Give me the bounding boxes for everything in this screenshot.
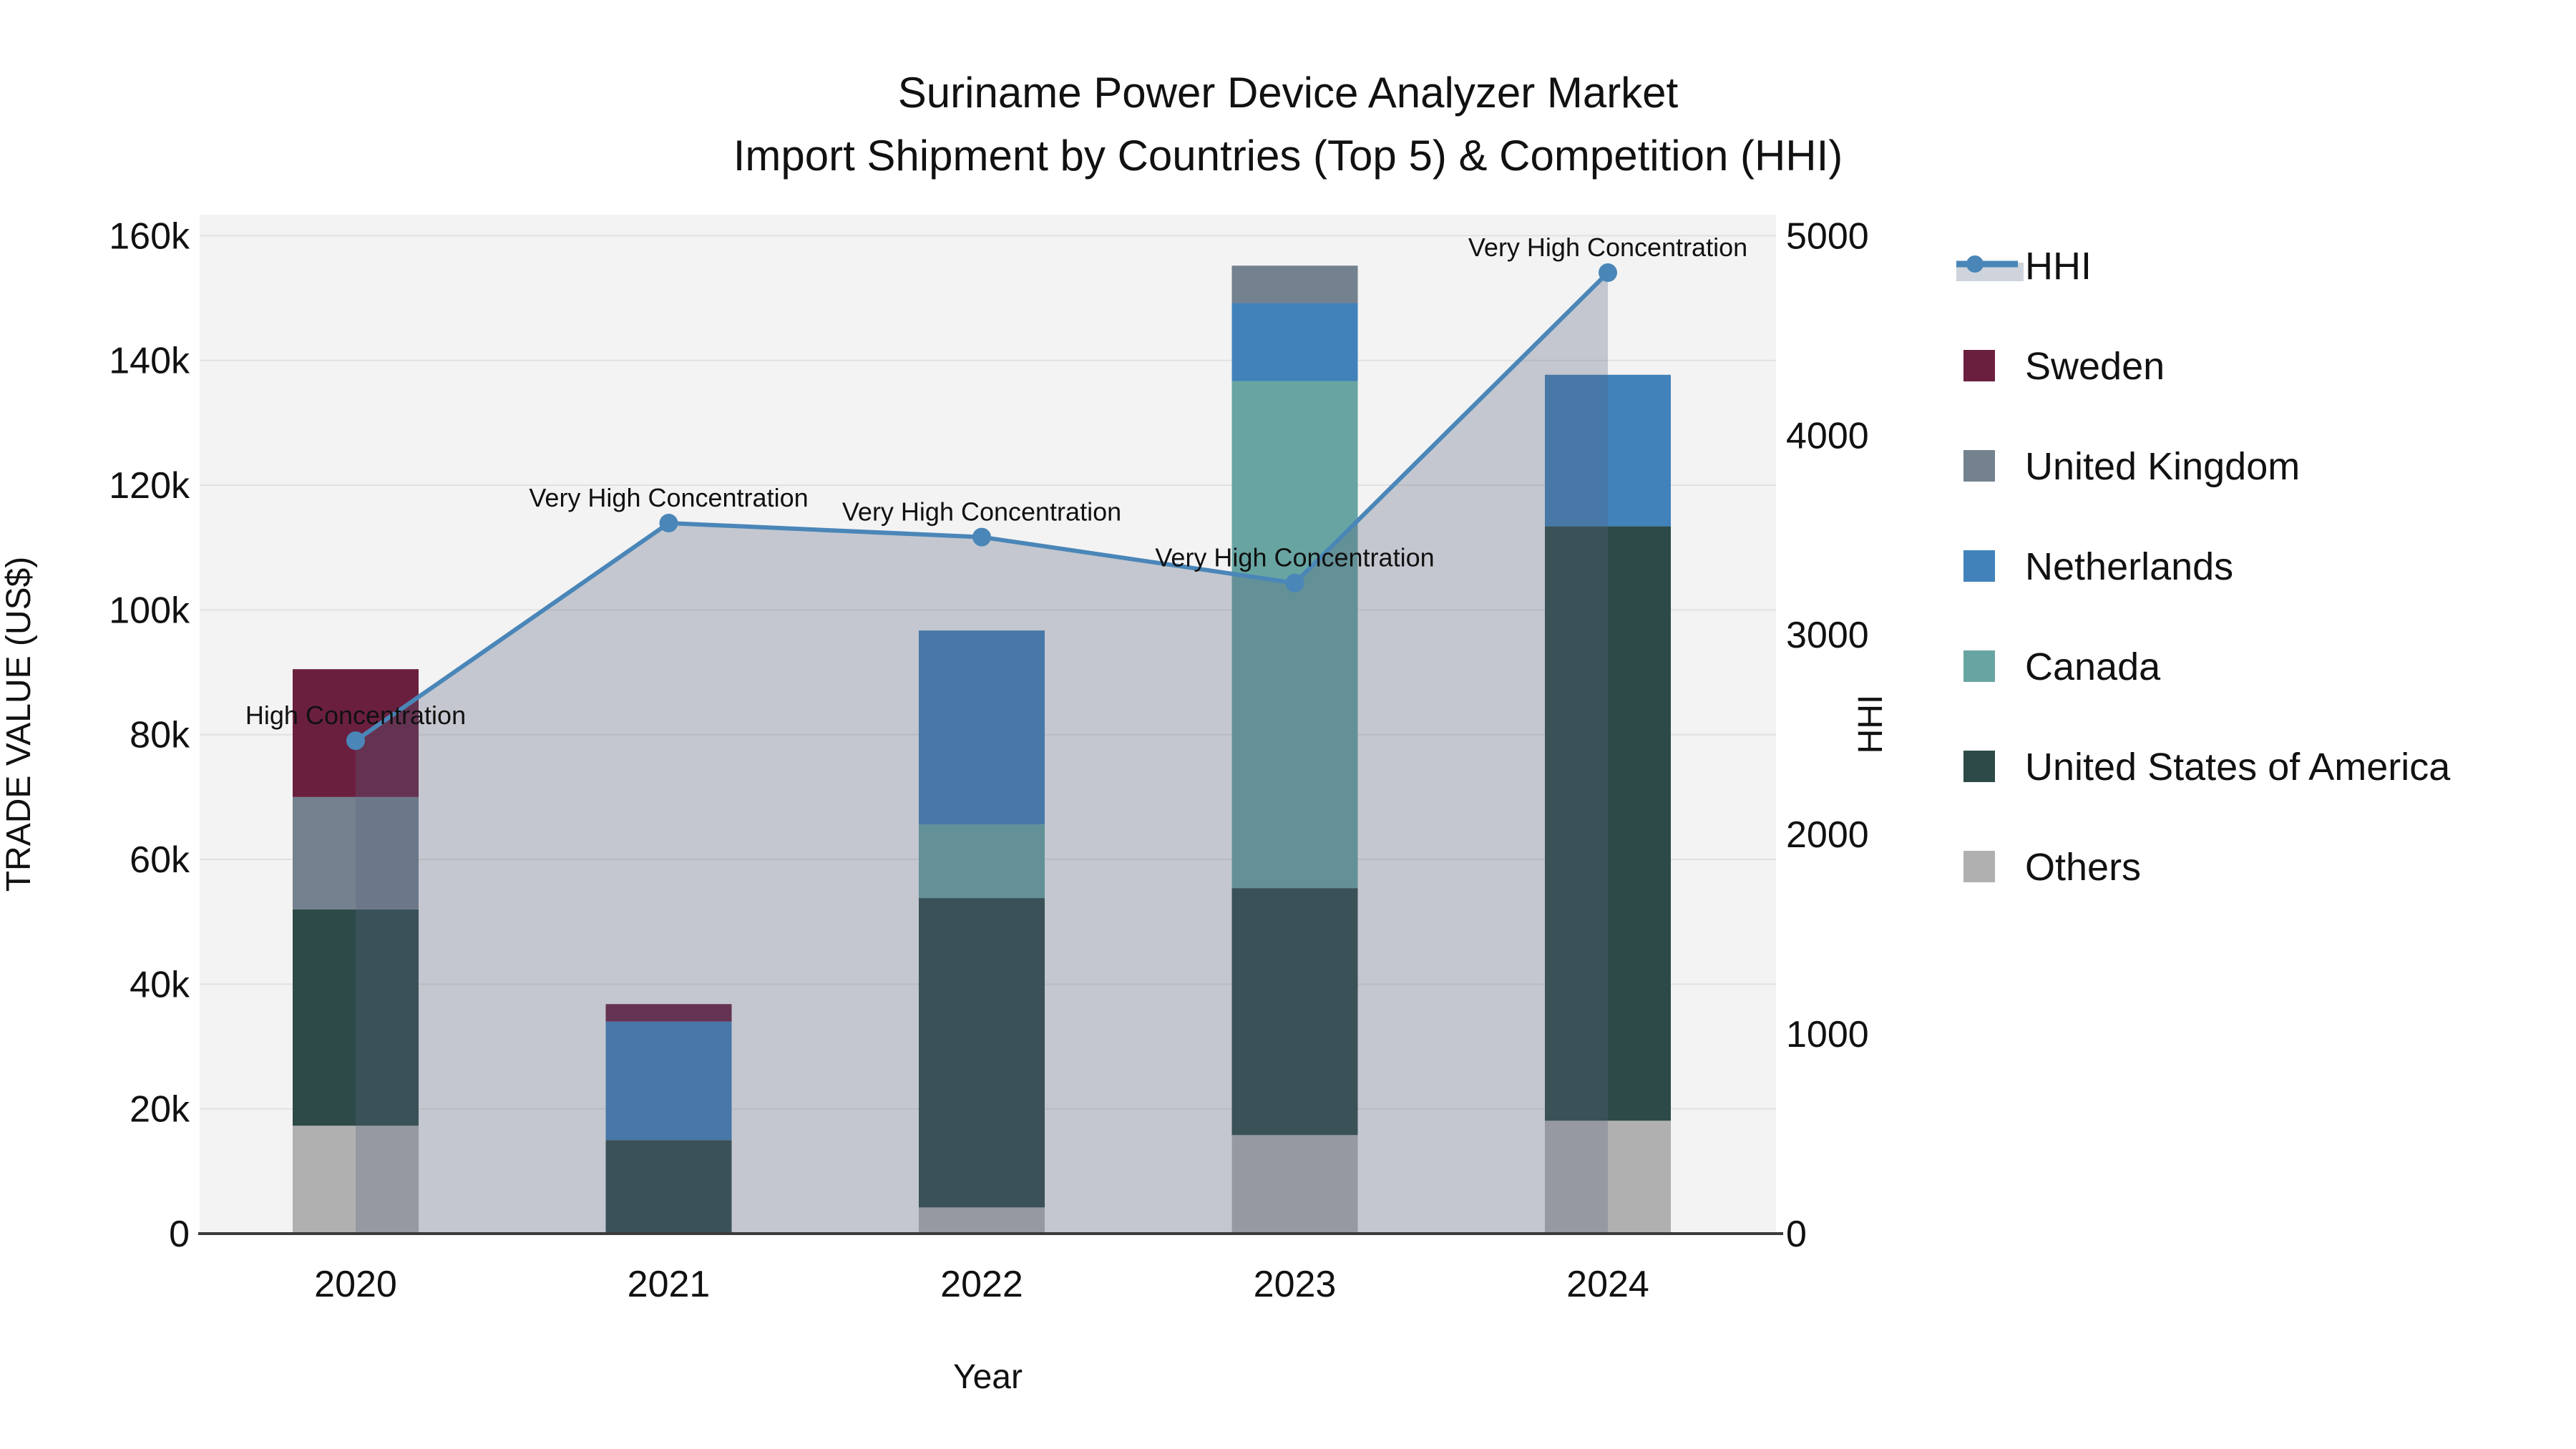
legend-swatch-united-kingdom [1963, 450, 1995, 482]
legend-label-united-kingdom: United Kingdom [2025, 445, 2300, 488]
y-right-tick-0: 0 [1786, 1214, 1807, 1255]
y-left-tick-80k: 80k [130, 715, 190, 756]
legend-swatch-united-states [1963, 751, 1995, 782]
legend-swatch-others [1963, 851, 1995, 882]
y-right-axis-label: HHI [1852, 695, 1890, 754]
y-left-axis-label: TRADE VALUE (US$) [0, 557, 38, 892]
legend-label-others: Others [2025, 846, 2141, 889]
y-left-tick-160k: 160k [109, 215, 190, 257]
annotation-2024: Very High Concentration [1468, 233, 1747, 262]
legend-item-united-states: United States of America [1963, 746, 2451, 789]
legend-swatch-canada [1963, 650, 1995, 682]
hhi-marker-2024 [1599, 263, 1617, 283]
x-axis-label: Year [953, 1358, 1023, 1396]
legend-label-sweden: Sweden [2025, 345, 2165, 388]
y-right-tick-2000: 2000 [1786, 814, 1869, 856]
legend-hhi-marker-swatch [1966, 255, 1984, 273]
annotation-2020: High Concentration [245, 701, 466, 730]
bar-segment-united-kingdom-2023 [1231, 265, 1358, 303]
legend-label-hhi: HHI [2025, 245, 2092, 288]
annotation-2023: Very High Concentration [1155, 543, 1434, 572]
legend-item-hhi: HHI [1956, 245, 2092, 288]
x-tick-2024: 2024 [1566, 1264, 1649, 1305]
hhi-marker-2020 [346, 731, 365, 751]
hhi-marker-2021 [659, 514, 678, 533]
legend-label-united-states: United States of America [2025, 746, 2451, 789]
chart-title-line2: Import Shipment by Countries (Top 5) & C… [733, 132, 1843, 180]
y-left-tick-140k: 140k [109, 341, 190, 382]
x-tick-2021: 2021 [628, 1264, 711, 1305]
legend-item-sweden: Sweden [1963, 345, 2165, 388]
y-left-tick-0: 0 [169, 1214, 190, 1255]
y-left-tick-120k: 120k [109, 465, 190, 507]
chart-canvas: High Concentration Very High Concentratio… [0, 69, 2451, 1396]
legend: HHI Sweden United Kingdom Netherlands Canada… [1956, 245, 2451, 889]
chart-title-line1: Suriname Power Device Analyzer Market [898, 69, 1679, 117]
bar-segment-netherlands-2023 [1231, 303, 1358, 381]
annotation-2022: Very High Concentration [842, 497, 1121, 527]
y-left-tick-40k: 40k [130, 964, 190, 1005]
y-left-tick-60k: 60k [130, 839, 190, 881]
legend-item-others: Others [1963, 846, 2141, 889]
legend-label-netherlands: Netherlands [2025, 545, 2233, 588]
legend-item-canada: Canada [1963, 645, 2161, 688]
hhi-marker-2022 [972, 527, 991, 547]
legend-label-canada: Canada [2025, 645, 2161, 688]
legend-item-united-kingdom: United Kingdom [1963, 445, 2300, 488]
hhi-marker-2023 [1285, 573, 1304, 592]
legend-item-netherlands: Netherlands [1963, 545, 2233, 588]
y-right-tick-5000: 5000 [1786, 215, 1869, 257]
y-right-tick-3000: 3000 [1786, 615, 1869, 656]
legend-swatch-sweden [1963, 350, 1995, 381]
annotation-2021: Very High Concentration [529, 483, 808, 512]
x-tick-2020: 2020 [314, 1264, 397, 1305]
y-right-tick-4000: 4000 [1786, 415, 1869, 457]
y-left-tick-100k: 100k [109, 590, 190, 631]
x-tick-2022: 2022 [940, 1264, 1023, 1305]
chart-page: High Concentration Very High Concentratio… [0, 0, 2576, 1449]
y-right-tick-1000: 1000 [1786, 1014, 1869, 1055]
y-left-tick-20k: 20k [130, 1089, 190, 1131]
legend-swatch-netherlands [1963, 550, 1995, 582]
x-tick-2023: 2023 [1254, 1264, 1337, 1305]
